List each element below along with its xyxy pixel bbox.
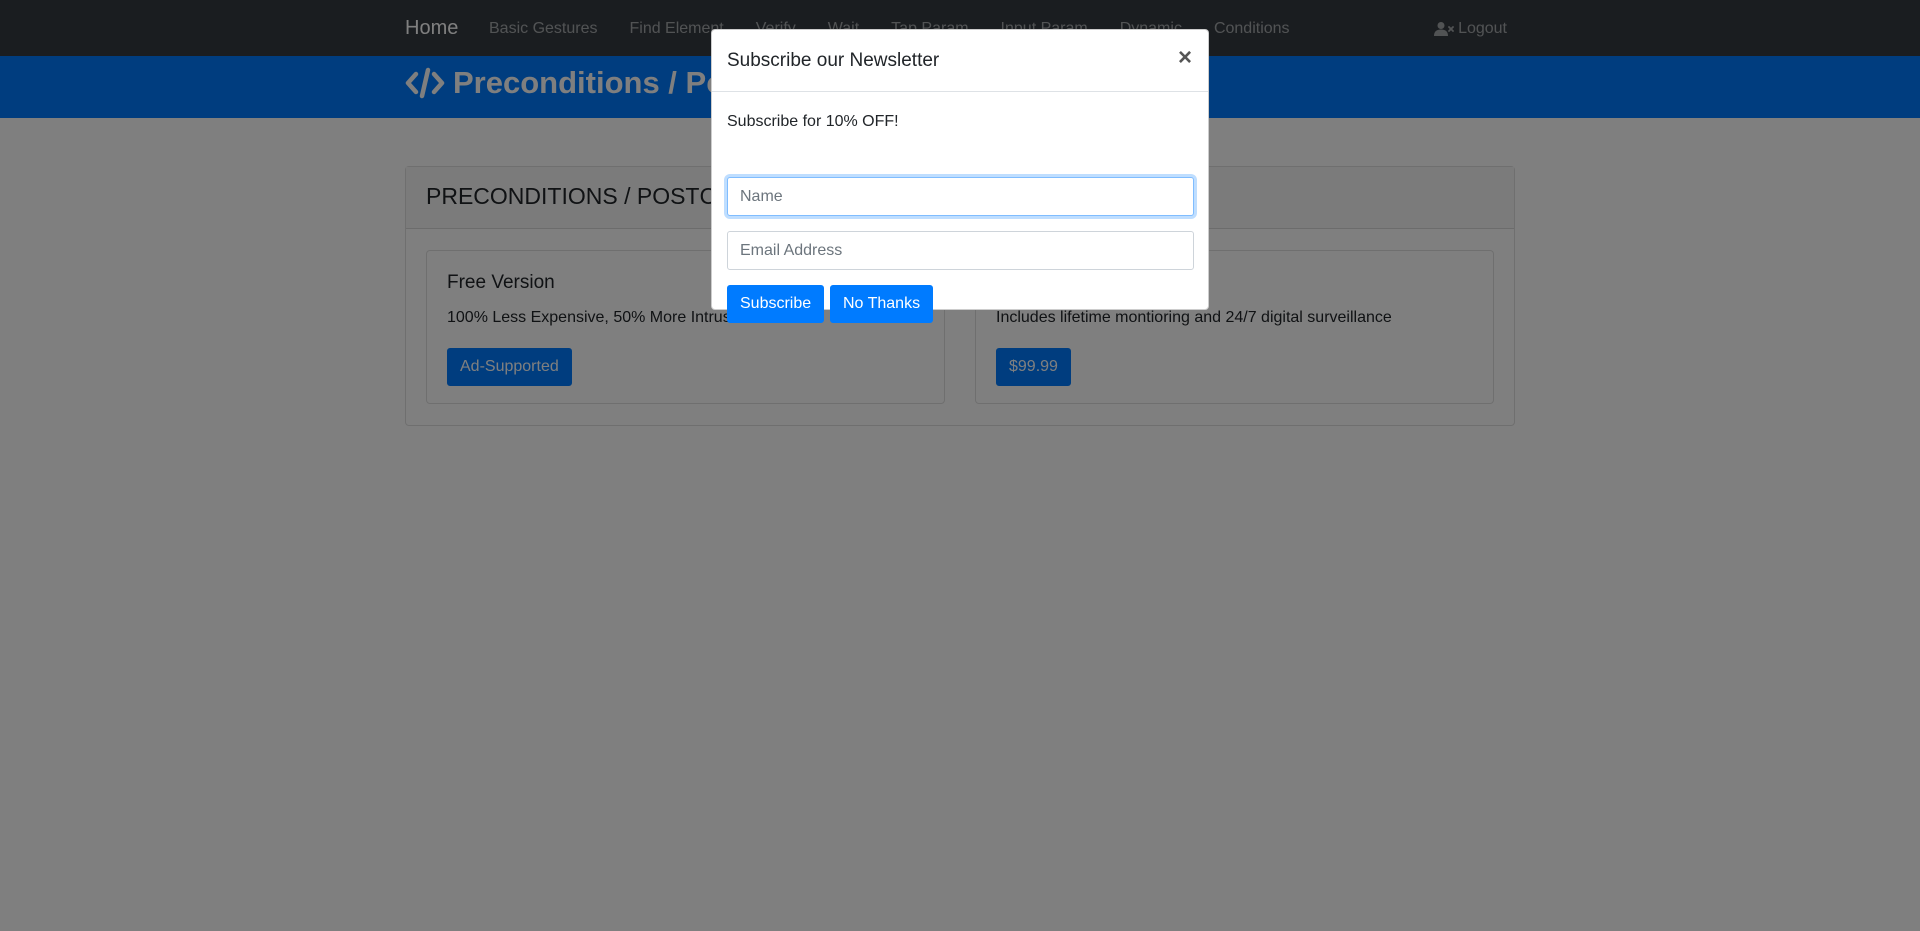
modal-title: Subscribe our Newsletter [727, 50, 940, 71]
subscribe-button[interactable]: Subscribe [727, 285, 825, 323]
email-input[interactable] [727, 231, 1194, 270]
no-thanks-button[interactable]: No Thanks [830, 285, 934, 323]
page: Home Basic Gestures Find Element Verify … [0, 0, 1920, 931]
close-icon[interactable]: × [1178, 46, 1192, 70]
modal-header: Subscribe our Newsletter × [712, 30, 1208, 92]
name-input[interactable] [727, 177, 1194, 216]
newsletter-modal: Subscribe our Newsletter × Subscribe for… [711, 29, 1209, 323]
modal-offer-text: Subscribe for 10% OFF! [727, 113, 899, 130]
